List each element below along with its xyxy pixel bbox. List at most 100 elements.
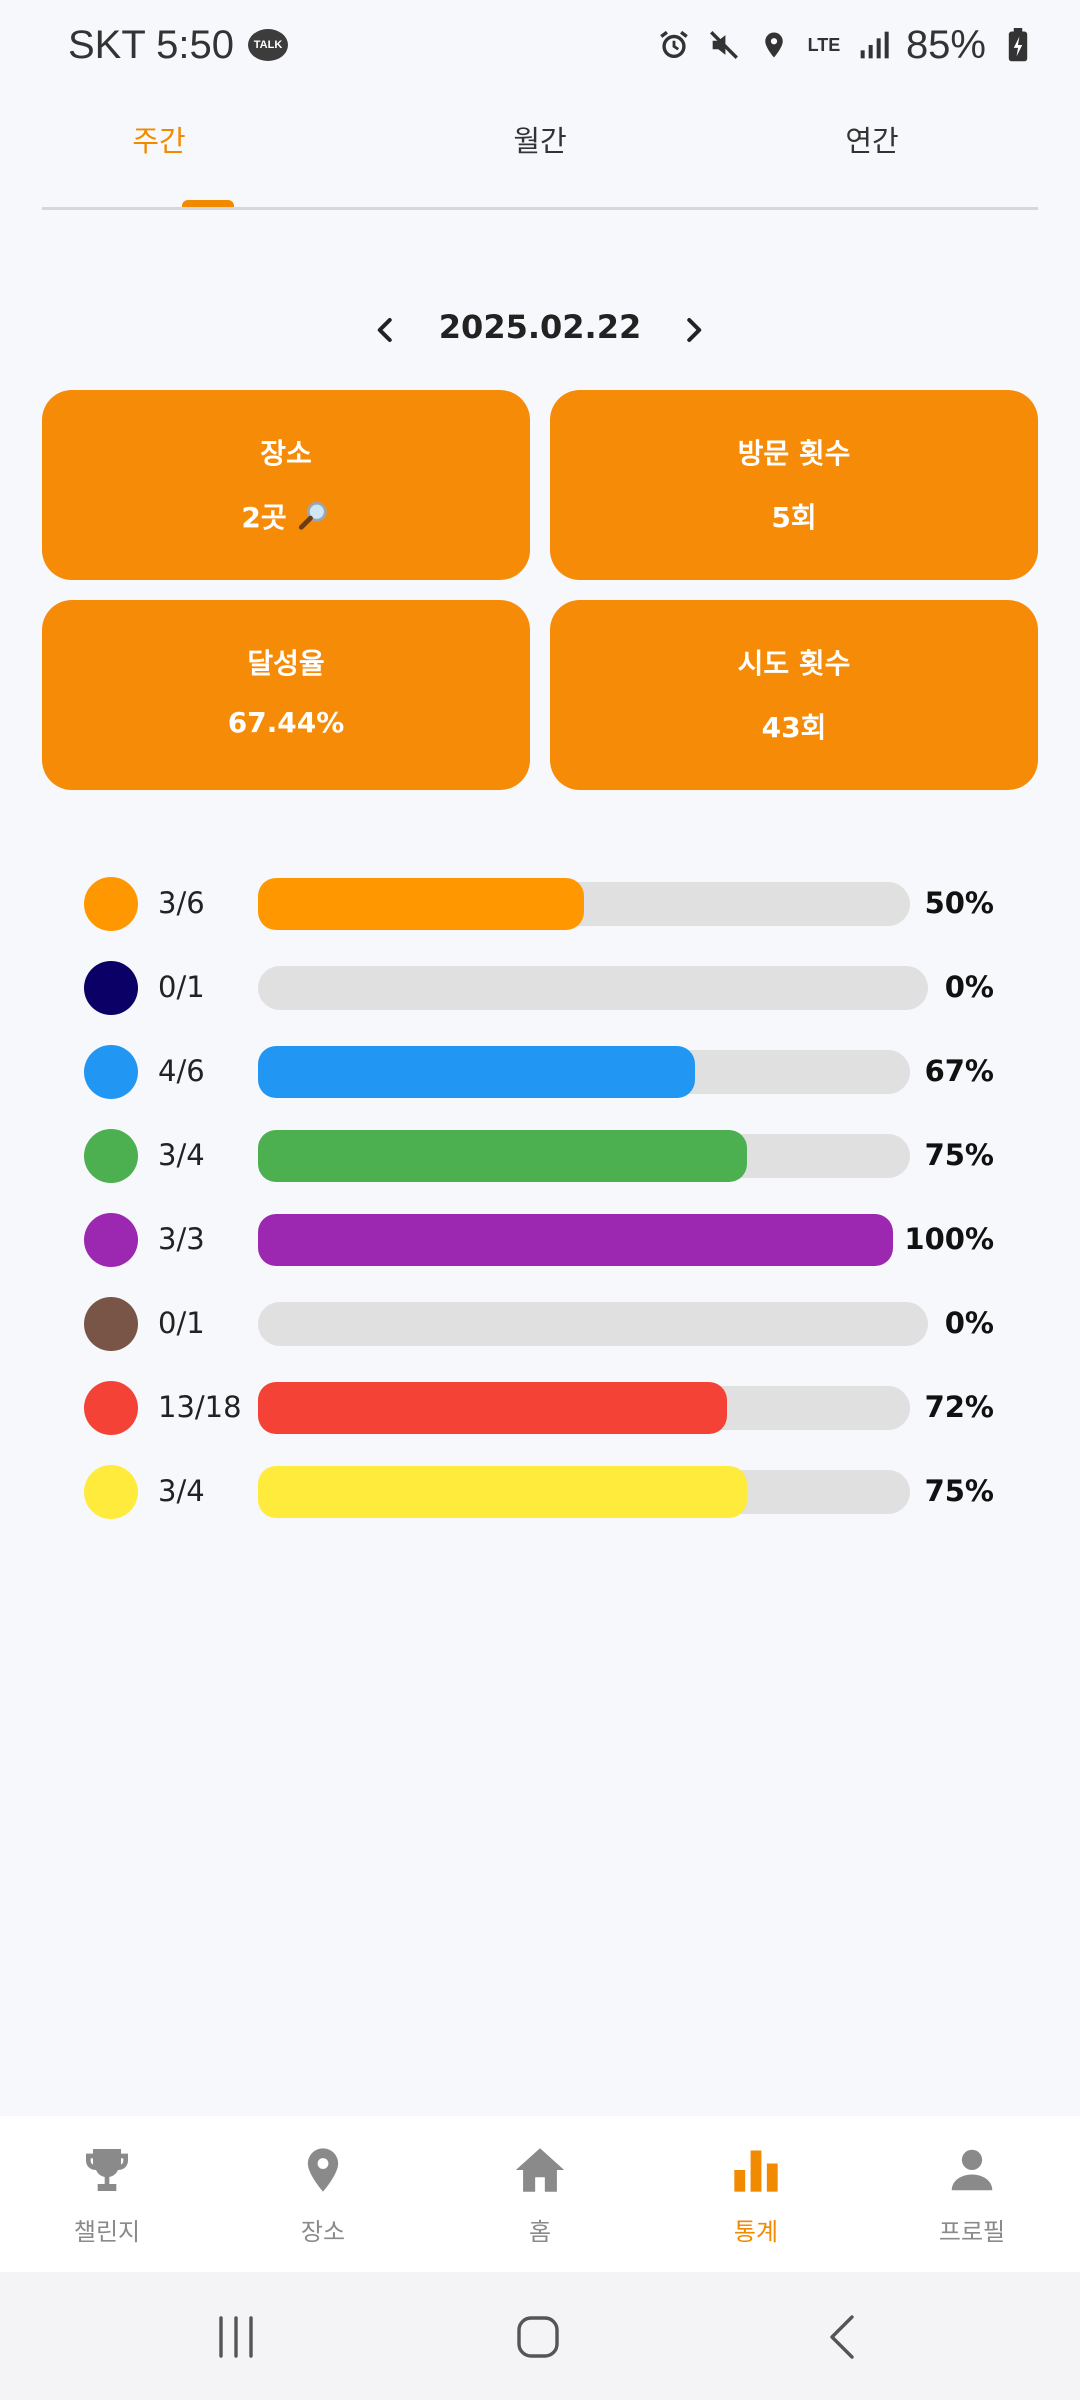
progress-ratio: 4/6: [158, 1054, 205, 1088]
category-color-dot: [84, 1213, 138, 1267]
nav-profile-label: 프로필: [938, 2218, 1006, 2246]
progress-fill: [258, 1046, 695, 1098]
places-card-title: 장소: [260, 437, 312, 470]
progress-row: 3/4 75%: [0, 1126, 1080, 1186]
tab-divider: [42, 207, 1038, 210]
progress-ratio: 13/18: [158, 1390, 242, 1424]
nav-home-label: 홈: [528, 2218, 552, 2246]
home-icon: [450, 2140, 630, 2200]
progress-track: [258, 1382, 910, 1434]
category-color-dot: [84, 1297, 138, 1351]
battery-percent: 85%: [905, 22, 986, 67]
recent-apps-button[interactable]: [206, 2312, 266, 2362]
trophy-icon: [17, 2140, 197, 2200]
visits-card[interactable]: 방문 횟수 5회: [550, 390, 1038, 580]
progress-track: [258, 1214, 893, 1266]
progress-ratio: 0/1: [158, 1306, 205, 1340]
progress-ratio: 3/4: [158, 1138, 205, 1172]
progress-percent: 75%: [924, 1474, 994, 1508]
back-chevron-icon: [830, 2315, 854, 2359]
progress-row: 0/1 0%: [0, 1294, 1080, 1354]
progress-row: 3/6 50%: [0, 874, 1080, 934]
nav-challenge-label: 챌린지: [73, 2218, 141, 2246]
places-card-value: 2곳: [241, 501, 287, 534]
progress-track: [258, 878, 910, 930]
category-color-dot: [84, 1045, 138, 1099]
tab-weekly[interactable]: 주간: [34, 118, 284, 160]
progress-percent: 0%: [944, 1306, 994, 1340]
tab-monthly[interactable]: 월간: [415, 118, 665, 160]
system-navigation-bar: [0, 2272, 1080, 2400]
attempts-card-title: 시도 횟수: [737, 647, 851, 680]
recent-apps-icon: [219, 2316, 253, 2358]
progress-percent: 0%: [944, 970, 994, 1004]
achievement-card-title: 달성율: [247, 647, 325, 680]
progress-percent: 72%: [924, 1390, 994, 1424]
magnifier-icon: [298, 501, 327, 530]
category-color-dot: [84, 1129, 138, 1183]
tab-yearly[interactable]: 연간: [747, 118, 997, 160]
progress-ratio: 3/4: [158, 1474, 205, 1508]
attempts-card[interactable]: 시도 횟수 43회: [550, 600, 1038, 790]
nav-challenge[interactable]: 챌린지: [17, 2140, 197, 2247]
attempts-card-value: 43회: [761, 711, 827, 744]
status-bar: SKT 5:50 TALK LTE 85%: [0, 0, 1080, 90]
location-icon: [756, 27, 792, 63]
battery-charging-icon: [1000, 27, 1036, 63]
date-navigator: 2025.02.22: [0, 300, 1080, 360]
chevron-left-icon: [377, 318, 392, 342]
nav-statistics-label: 통계: [733, 2218, 779, 2246]
visits-card-title: 방문 횟수: [737, 437, 851, 470]
progress-fill: [258, 1130, 747, 1182]
category-color-dot: [84, 877, 138, 931]
nav-statistics[interactable]: 통계: [666, 2140, 846, 2247]
nav-places-label: 장소: [300, 2218, 346, 2246]
back-button[interactable]: [812, 2312, 872, 2362]
achievement-card[interactable]: 달성율 67.44%: [42, 600, 530, 790]
progress-percent: 67%: [924, 1054, 994, 1088]
category-color-dot: [84, 1381, 138, 1435]
progress-row: 4/6 67%: [0, 1042, 1080, 1102]
chevron-right-icon: [687, 318, 702, 342]
bottom-navigation: 챌린지 장소 홈 통계 프로필: [0, 2116, 1080, 2272]
lte-icon: LTE: [807, 35, 841, 55]
mute-icon: [706, 27, 742, 63]
next-date-button[interactable]: [669, 306, 717, 354]
nav-places[interactable]: 장소: [233, 2140, 413, 2247]
alarm-icon: [656, 27, 692, 63]
progress-row: 3/3 100%: [0, 1210, 1080, 1270]
progress-ratio: 0/1: [158, 970, 205, 1004]
progress-track: [258, 1466, 910, 1518]
carrier-time: SKT 5:50: [68, 22, 235, 67]
progress-percent: 100%: [904, 1222, 994, 1256]
progress-track: [258, 1302, 928, 1346]
progress-fill: [258, 878, 584, 930]
period-tabs: 주간 월간 연간: [42, 100, 1038, 212]
category-color-dot: [84, 1465, 138, 1519]
progress-row: 3/4 75%: [0, 1462, 1080, 1522]
location-pin-icon: [233, 2140, 413, 2200]
signal-icon: [856, 27, 892, 63]
current-date: 2025.02.22: [438, 308, 642, 346]
kakaotalk-notification-icon: TALK: [248, 29, 289, 61]
person-icon: [882, 2140, 1062, 2200]
nav-home[interactable]: 홈: [450, 2140, 630, 2247]
progress-percent: 50%: [924, 886, 994, 920]
category-color-dot: [84, 961, 138, 1015]
nav-profile[interactable]: 프로필: [882, 2140, 1062, 2247]
home-system-button[interactable]: [508, 2312, 568, 2362]
progress-ratio: 3/6: [158, 886, 205, 920]
progress-fill: [258, 1214, 893, 1266]
progress-fill: [258, 1466, 747, 1518]
achievement-card-value: 67.44%: [227, 706, 345, 739]
progress-row: 0/1 0%: [0, 958, 1080, 1018]
places-card[interactable]: 장소 2곳: [42, 390, 530, 580]
progress-ratio: 3/3: [158, 1222, 205, 1256]
progress-fill: [258, 1382, 728, 1434]
progress-track: [258, 966, 928, 1010]
progress-percent: 75%: [924, 1138, 994, 1172]
progress-row: 13/18 72%: [0, 1378, 1080, 1438]
home-square-icon: [517, 2316, 559, 2358]
progress-track: [258, 1046, 910, 1098]
progress-track: [258, 1130, 910, 1182]
